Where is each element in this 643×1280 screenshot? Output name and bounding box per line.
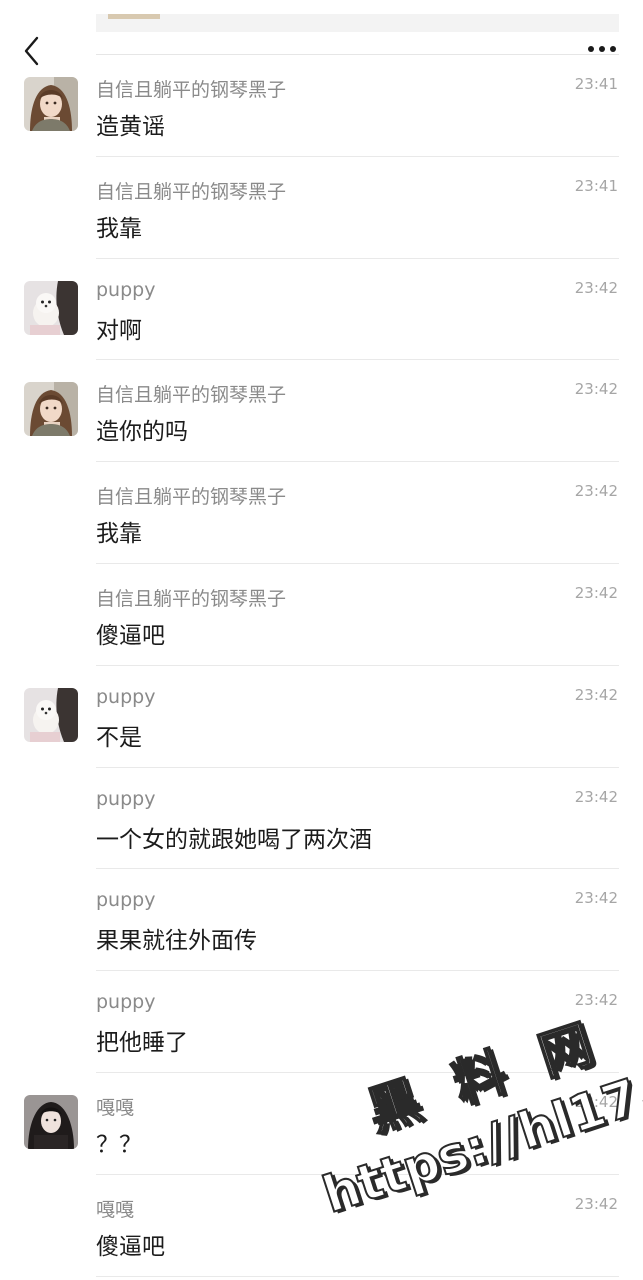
- message-row[interactable]: 自信且躺平的钢琴黑子 23:42 我靠: [0, 462, 643, 564]
- avatar-girl[interactable]: [24, 382, 78, 437]
- sender-name[interactable]: 自信且躺平的钢琴黑子: [96, 177, 286, 204]
- message-text[interactable]: 傻逼吧: [96, 1227, 165, 1261]
- sender-name[interactable]: puppy: [96, 889, 155, 911]
- message-row[interactable]: 嘎嘎 23:42 ？？: [0, 1073, 643, 1175]
- message-time: 23:42: [574, 991, 618, 1010]
- message-row[interactable]: puppy 23:42 把他睡了: [0, 971, 643, 1073]
- sender-name[interactable]: puppy: [96, 279, 155, 301]
- sender-name[interactable]: 嘎嘎: [96, 1195, 134, 1222]
- message-row[interactable]: 嘎嘎 23:42 傻逼吧: [0, 1175, 643, 1277]
- message-time: 23:42: [574, 278, 618, 297]
- sender-name[interactable]: puppy: [96, 686, 155, 708]
- sender-name[interactable]: 自信且躺平的钢琴黑子: [96, 482, 286, 509]
- message-time: 23:42: [574, 787, 618, 806]
- avatar-puppy[interactable]: [24, 280, 78, 335]
- message-time: 23:42: [574, 1092, 618, 1111]
- message-time: 23:41: [574, 176, 618, 195]
- avatar-girl[interactable]: [24, 77, 78, 131]
- avatar-puppy[interactable]: [24, 687, 78, 742]
- message-list[interactable]: 自信且躺平的钢琴黑子 23:41 造黄谣 自信且躺平的钢琴黑子 23:41 我靠 puppy…: [0, 55, 643, 1277]
- previous-message-image-edge: [108, 14, 160, 19]
- message-divider: [96, 1275, 619, 1277]
- message-row[interactable]: 自信且躺平的钢琴黑子 23:41 我靠: [0, 157, 643, 259]
- sender-name[interactable]: 自信且躺平的钢琴黑子: [96, 380, 286, 407]
- message-text[interactable]: 我靠: [96, 514, 142, 548]
- previous-message-remnant: [96, 14, 619, 32]
- sender-name[interactable]: 嘎嘎: [96, 1093, 134, 1120]
- avatar-gaga[interactable]: [24, 1094, 78, 1149]
- message-time: 23:42: [574, 482, 618, 501]
- sender-name[interactable]: 自信且躺平的钢琴黑子: [96, 584, 286, 611]
- message-row[interactable]: 自信且躺平的钢琴黑子 23:42 傻逼吧: [0, 564, 643, 666]
- message-text[interactable]: 我靠: [96, 209, 142, 243]
- message-text[interactable]: 一个女的就跟她喝了两次酒: [96, 820, 372, 854]
- sender-name[interactable]: puppy: [96, 991, 155, 1013]
- message-time: 23:42: [574, 889, 618, 908]
- message-time: 23:41: [574, 75, 618, 93]
- sender-name[interactable]: puppy: [96, 788, 155, 810]
- message-time: 23:42: [574, 380, 618, 399]
- message-text[interactable]: 造黄谣: [96, 107, 165, 141]
- message-text[interactable]: 不是: [96, 718, 142, 752]
- message-text[interactable]: 造你的吗: [96, 412, 188, 446]
- message-row[interactable]: puppy 23:42 不是: [0, 666, 643, 768]
- message-row[interactable]: puppy 23:42 一个女的就跟她喝了两次酒: [0, 768, 643, 870]
- message-time: 23:42: [574, 1194, 618, 1213]
- message-text[interactable]: 傻逼吧: [96, 616, 165, 650]
- message-row[interactable]: puppy 23:42 对啊: [0, 259, 643, 361]
- message-time: 23:42: [574, 685, 618, 704]
- message-row[interactable]: 自信且躺平的钢琴黑子 23:42 造你的吗: [0, 360, 643, 463]
- message-text[interactable]: 把他睡了: [96, 1023, 188, 1057]
- message-text[interactable]: 果果就往外面传: [96, 921, 257, 955]
- message-text[interactable]: 对啊: [96, 311, 142, 345]
- sender-name[interactable]: 自信且躺平的钢琴黑子: [96, 75, 286, 102]
- message-row[interactable]: puppy 23:42 果果就往外面传: [0, 869, 643, 972]
- message-time: 23:42: [574, 583, 618, 602]
- message-text[interactable]: ？？: [96, 1125, 142, 1159]
- message-row[interactable]: 自信且躺平的钢琴黑子 23:41 造黄谣: [0, 55, 643, 157]
